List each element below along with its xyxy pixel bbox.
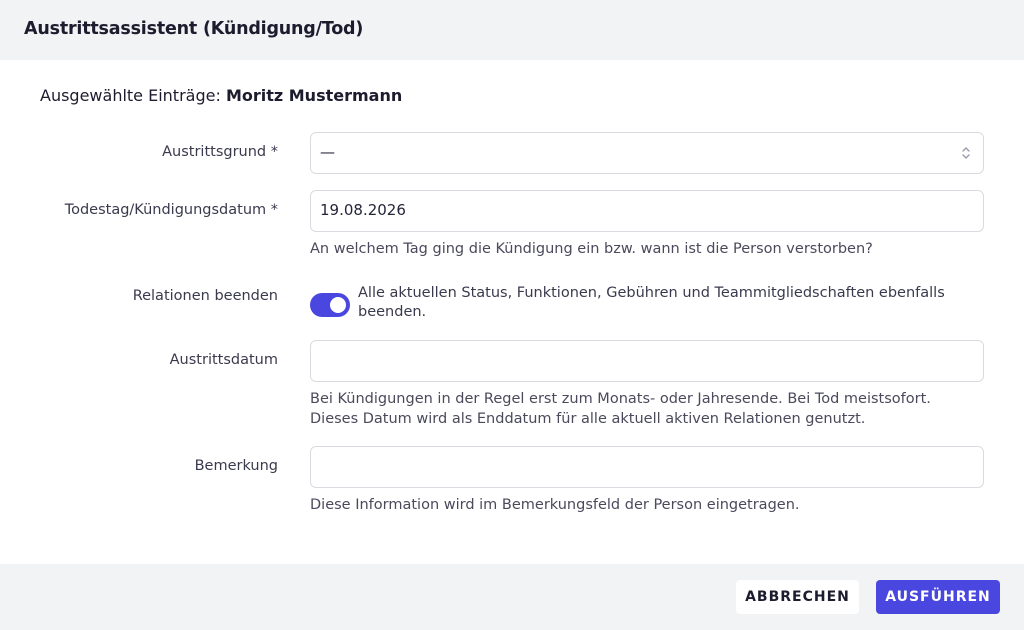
date-input[interactable]: 19.08.2026 xyxy=(310,190,984,232)
execute-button[interactable]: AUSFÜHREN xyxy=(876,580,1000,614)
dialog-footer: ABBRECHEN AUSFÜHREN xyxy=(0,564,1024,630)
relations-description: Alle aktuellen Status, Funktionen, Gebüh… xyxy=(358,285,945,320)
relations-label: Relationen beenden xyxy=(132,288,278,304)
reason-select[interactable]: — xyxy=(310,132,984,174)
remark-label: Bemerkung xyxy=(194,458,278,474)
exit-wizard-dialog: Austrittsassistent (Kündigung/Tod) Ausge… xyxy=(0,0,1024,630)
dialog-header: Austrittsassistent (Kündigung/Tod) xyxy=(0,0,1024,60)
selected-entries-label: Ausgewählte Einträge: xyxy=(40,86,221,105)
chevron-up-down-icon xyxy=(962,147,970,159)
selected-entries: Ausgewählte Einträge: Moritz Mustermann xyxy=(40,86,402,105)
exit-date-help-line2: Dieses Datum wird als Enddatum für alle … xyxy=(310,411,866,427)
cancel-button[interactable]: ABBRECHEN xyxy=(736,580,859,614)
dialog-title: Austrittsassistent (Kündigung/Tod) xyxy=(24,19,364,39)
toggle-knob xyxy=(330,297,346,313)
selected-entries-name: Moritz Mustermann xyxy=(225,86,403,105)
date-label: Todestag/Kündigungsdatum * xyxy=(64,202,278,218)
reason-label: Austrittsgrund * xyxy=(162,144,278,160)
relations-toggle[interactable] xyxy=(310,293,350,317)
exit-date-label: Austrittsdatum xyxy=(169,352,278,368)
exit-date-help-line1: Bei Kündigungen in der Regel erst zum Mo… xyxy=(310,391,931,407)
remark-input[interactable] xyxy=(310,446,984,488)
date-help: An welchem Tag ging die Kündigung ein bz… xyxy=(310,241,873,257)
exit-date-input[interactable] xyxy=(310,340,984,382)
remark-help: Diese Information wird im Bemerkungsfeld… xyxy=(310,497,800,513)
reason-select-value: — xyxy=(320,143,335,161)
date-input-value: 19.08.2026 xyxy=(320,201,406,219)
